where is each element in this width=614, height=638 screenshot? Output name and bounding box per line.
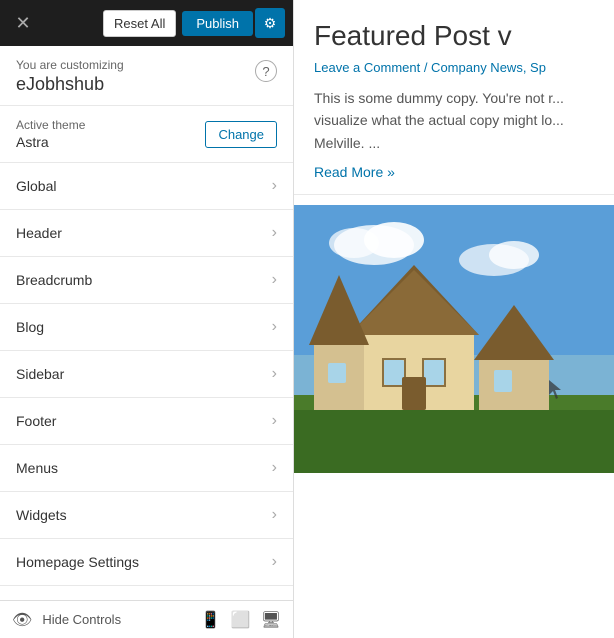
nav-item-sidebar[interactable]: Sidebar › xyxy=(0,351,293,398)
chevron-icon: › xyxy=(272,459,277,477)
nav-item-footer[interactable]: Footer › xyxy=(0,398,293,445)
nav-item-global[interactable]: Global › xyxy=(0,163,293,210)
chevron-icon: › xyxy=(272,365,277,383)
chevron-icon: › xyxy=(272,412,277,430)
reset-all-button[interactable]: Reset All xyxy=(103,10,176,37)
nav-item-label: Homepage Settings xyxy=(16,554,139,570)
customizer-panel: ✕ Reset All Publish ⚙ You are customizin… xyxy=(0,0,294,638)
nav-list: Global›Header›Breadcrumb›Blog›Sidebar›Fo… xyxy=(0,163,293,600)
help-icon[interactable]: ? xyxy=(255,60,277,82)
nav-item-label: Breadcrumb xyxy=(16,272,92,288)
close-button[interactable]: ✕ xyxy=(8,8,38,38)
top-bar: ✕ Reset All Publish ⚙ xyxy=(0,0,293,46)
nav-item-label: Global xyxy=(16,178,56,194)
chevron-icon: › xyxy=(272,224,277,242)
nav-item-label: Menus xyxy=(16,460,58,476)
theme-section: Active theme Astra Change xyxy=(0,106,293,163)
preview-content: Featured Post v Leave a Comment / Compan… xyxy=(294,0,614,194)
site-name: eJobhshub xyxy=(16,74,124,95)
eye-icon: 👁 xyxy=(12,610,32,630)
nav-item-homepage-settings[interactable]: Homepage Settings › xyxy=(0,539,293,586)
preview-image xyxy=(294,205,614,473)
chevron-icon: › xyxy=(272,177,277,195)
theme-name: Astra xyxy=(16,134,85,150)
nav-item-label: Footer xyxy=(16,413,56,429)
change-theme-button[interactable]: Change xyxy=(205,121,277,148)
theme-label: Active theme xyxy=(16,118,85,132)
mobile-icon[interactable]: 📱 xyxy=(201,610,221,630)
gear-button[interactable]: ⚙ xyxy=(255,8,285,38)
chevron-icon: › xyxy=(272,318,277,336)
nav-item-label: Widgets xyxy=(16,507,67,523)
tablet-icon[interactable]: ⬜ xyxy=(231,610,251,630)
hide-controls-link[interactable]: Hide Controls xyxy=(42,612,121,627)
divider xyxy=(294,194,614,195)
nav-item-menus[interactable]: Menus › xyxy=(0,445,293,492)
customizing-label: You are customizing xyxy=(16,58,124,72)
post-title: Featured Post v xyxy=(314,20,596,52)
nav-item-breadcrumb[interactable]: Breadcrumb › xyxy=(0,257,293,304)
publish-button[interactable]: Publish xyxy=(182,11,253,36)
desktop-icon[interactable]: 🖥 xyxy=(261,610,281,630)
chevron-icon: › xyxy=(272,506,277,524)
nav-item-label: Blog xyxy=(16,319,44,335)
nav-item-header[interactable]: Header › xyxy=(0,210,293,257)
post-excerpt: This is some dummy copy. You're not r...… xyxy=(314,87,596,154)
customizing-section: You are customizing eJobhshub ? xyxy=(0,46,293,106)
read-more-link[interactable]: Read More » xyxy=(314,164,395,180)
chevron-icon: › xyxy=(272,553,277,571)
post-meta: Leave a Comment / Company News, Sp xyxy=(314,60,596,75)
nav-item-blog[interactable]: Blog › xyxy=(0,304,293,351)
bottom-bar: 👁 Hide Controls 📱 ⬜ 🖥 xyxy=(0,600,293,638)
nav-item-widgets[interactable]: Widgets › xyxy=(0,492,293,539)
house-svg xyxy=(294,205,614,473)
chevron-icon: › xyxy=(272,271,277,289)
preview-panel: Featured Post v Leave a Comment / Compan… xyxy=(294,0,614,638)
nav-item-label: Header xyxy=(16,225,62,241)
nav-item-label: Sidebar xyxy=(16,366,64,382)
